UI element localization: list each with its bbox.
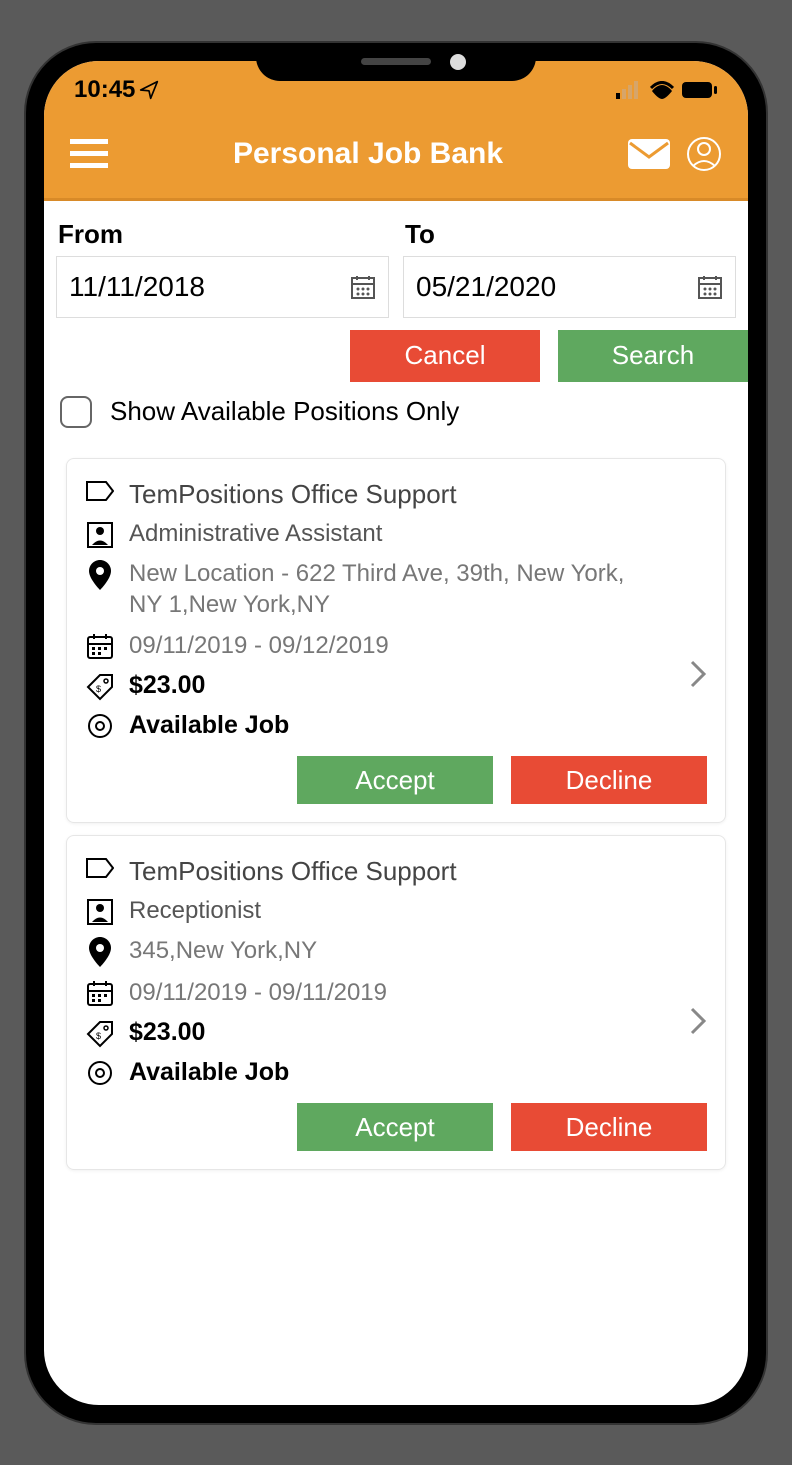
tag-icon xyxy=(86,858,114,878)
calendar-icon xyxy=(350,274,376,300)
calendar-icon xyxy=(86,979,114,1007)
svg-text:$: $ xyxy=(96,1031,101,1041)
mail-button[interactable] xyxy=(628,139,670,169)
circle-icon xyxy=(87,1060,113,1086)
date-filter-row: From 11/11/2018 To 05/21/2020 xyxy=(44,211,748,318)
screen: 10:45 Personal Job Bank xyxy=(44,61,748,1405)
role-name: Administrative Assistant xyxy=(129,520,382,548)
person-icon xyxy=(87,899,113,925)
location-text: New Location - 622 Third Ave, 39th, New … xyxy=(129,558,639,620)
speaker xyxy=(361,58,431,65)
chevron-right-icon[interactable] xyxy=(689,1006,707,1036)
job-card[interactable]: TemPositions Office Support Receptionist… xyxy=(66,835,726,1170)
hamburger-icon xyxy=(70,139,108,169)
phone-frame: 10:45 Personal Job Bank xyxy=(26,43,766,1423)
svg-text:$: $ xyxy=(96,684,101,694)
calendar-icon xyxy=(697,274,723,300)
from-date-input[interactable]: 11/11/2018 xyxy=(56,256,389,318)
dates-text: 09/11/2019 - 09/11/2019 xyxy=(129,977,387,1008)
dates-text: 09/11/2019 - 09/12/2019 xyxy=(129,630,389,661)
from-date-group: From 11/11/2018 xyxy=(56,219,389,318)
search-button[interactable]: Search xyxy=(558,330,748,382)
to-date-input[interactable]: 05/21/2020 xyxy=(403,256,736,318)
card-actions: Accept Decline xyxy=(85,756,707,804)
status-text: Available Job xyxy=(129,1058,289,1087)
camera xyxy=(450,54,466,70)
profile-icon xyxy=(686,136,722,172)
company-name: TemPositions Office Support xyxy=(129,479,457,510)
accept-button[interactable]: Accept xyxy=(297,756,493,804)
status-text: Available Job xyxy=(129,711,289,740)
pin-icon xyxy=(89,937,111,967)
to-label: To xyxy=(403,219,736,250)
company-name: TemPositions Office Support xyxy=(129,856,457,887)
app-header: Personal Job Bank xyxy=(44,111,748,201)
location-text: 345,New York,NY xyxy=(129,935,317,966)
price-tag-icon: $ xyxy=(86,1020,114,1048)
tag-icon xyxy=(86,481,114,501)
card-actions: Accept Decline xyxy=(85,1103,707,1151)
available-only-label: Show Available Positions Only xyxy=(110,396,459,427)
accept-button[interactable]: Accept xyxy=(297,1103,493,1151)
person-icon xyxy=(87,522,113,548)
available-only-row: Show Available Positions Only xyxy=(44,390,748,446)
calendar-icon xyxy=(86,632,114,660)
from-label: From xyxy=(56,219,389,250)
chevron-right-icon[interactable] xyxy=(689,659,707,689)
signal-icon xyxy=(616,81,642,99)
notch xyxy=(256,43,536,81)
status-icons xyxy=(616,81,718,99)
to-date-group: To 05/21/2020 xyxy=(403,219,736,318)
status-time: 10:45 xyxy=(74,76,159,104)
decline-button[interactable]: Decline xyxy=(511,1103,707,1151)
location-arrow-icon xyxy=(139,80,159,100)
to-date-value: 05/21/2020 xyxy=(416,271,556,303)
rate-text: $23.00 xyxy=(129,671,205,700)
page-title: Personal Job Bank xyxy=(124,137,612,171)
battery-icon xyxy=(682,81,718,99)
circle-icon xyxy=(87,713,113,739)
time-text: 10:45 xyxy=(74,76,135,104)
profile-button[interactable] xyxy=(686,136,722,172)
available-only-checkbox[interactable] xyxy=(60,396,92,428)
menu-button[interactable] xyxy=(70,139,108,169)
role-name: Receptionist xyxy=(129,897,261,925)
rate-text: $23.00 xyxy=(129,1018,205,1047)
filter-actions: Cancel Search xyxy=(44,318,748,390)
job-card[interactable]: TemPositions Office Support Administrati… xyxy=(66,458,726,824)
content-area: From 11/11/2018 To 05/21/2020 Cancel S xyxy=(44,201,748,1193)
wifi-icon xyxy=(650,81,674,99)
pin-icon xyxy=(89,560,111,590)
price-tag-icon: $ xyxy=(86,673,114,701)
decline-button[interactable]: Decline xyxy=(511,756,707,804)
cancel-button[interactable]: Cancel xyxy=(350,330,540,382)
envelope-icon xyxy=(628,139,670,169)
from-date-value: 11/11/2018 xyxy=(69,271,205,303)
